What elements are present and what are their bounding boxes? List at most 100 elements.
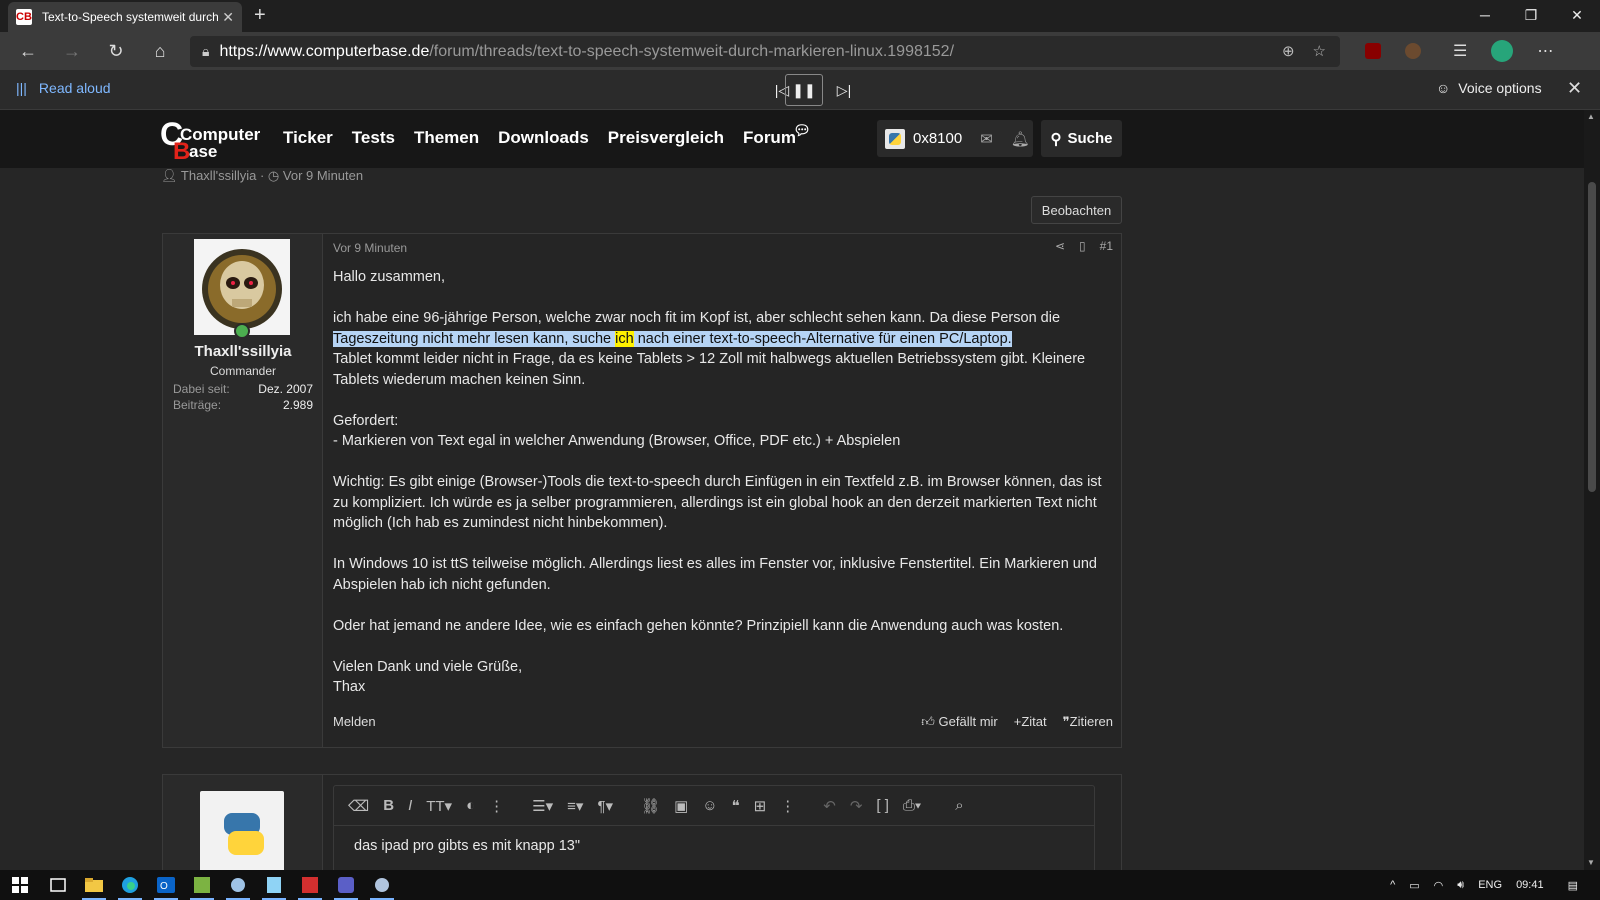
restore-icon[interactable]: ❐ (1508, 0, 1554, 30)
online-status-icon (234, 323, 250, 339)
profile-avatar[interactable] (1491, 40, 1514, 62)
cookie-extension-icon[interactable] (1405, 43, 1421, 59)
svg-text:ase: ase (189, 142, 217, 161)
post-content: Hallo zusammen, ich habe eine 96-jährige… (333, 267, 1113, 718)
windows-start-icon[interactable] (0, 870, 40, 900)
emoji-icon[interactable]: ☺ (702, 797, 717, 814)
pause-icon[interactable]: ❚❚ (785, 74, 823, 106)
search-button[interactable]: ⚲ Suche (1041, 120, 1122, 157)
quote-button[interactable]: +Zitat (1014, 714, 1047, 730)
thread-age[interactable]: Vor 9 Minuten (283, 168, 363, 183)
computerbase-logo[interactable]: C Computer B ase (160, 116, 260, 162)
cite-button[interactable]: ❞Zitieren (1063, 714, 1113, 730)
edge-browser-icon[interactable] (112, 870, 148, 900)
bell-icon[interactable]: 🔔︎ (1011, 130, 1030, 148)
back-icon[interactable]: ← (6, 32, 50, 70)
green-app-icon[interactable] (184, 870, 220, 900)
user-menu[interactable]: 0x8100 ✉ 🔔︎ (877, 120, 1033, 157)
url-text[interactable]: https://www.computerbase.de/forum/thread… (219, 43, 954, 61)
voice-options-button[interactable]: ☺ Voice options (1436, 80, 1542, 96)
report-link[interactable]: Melden (333, 714, 376, 729)
svg-text:B: B (173, 138, 190, 162)
post-username[interactable]: Thaxll'ssillyia (163, 343, 323, 360)
menu-preisvergleich[interactable]: Preisvergleich (608, 128, 724, 148)
preview-icon[interactable]: ⌕ (955, 797, 963, 814)
share-icon[interactable]: ⋖ (1055, 239, 1065, 253)
like-button[interactable]: 👍︎ Gefällt mir (921, 714, 997, 730)
scroll-up-icon[interactable]: ▲ (1587, 112, 1595, 121)
italic-icon[interactable]: I (408, 797, 412, 814)
page-scrollbar[interactable]: ▲ ▼ (1584, 110, 1600, 870)
add-app-icon[interactable]: ⊕ (1282, 42, 1295, 60)
menu-downloads[interactable]: Downloads (498, 128, 589, 148)
teams-icon[interactable] (328, 870, 364, 900)
quote-icon[interactable]: ❝ (732, 797, 740, 815)
notes-app-icon[interactable] (256, 870, 292, 900)
ublock-extension-icon[interactable] (1365, 43, 1381, 59)
window-close-icon[interactable]: ✕ (1554, 0, 1600, 30)
notifications-icon[interactable]: ▤ (1568, 879, 1578, 892)
bold-icon[interactable]: B (383, 797, 394, 814)
menu-forum[interactable]: Forum 💬︎ (743, 122, 811, 148)
menu-themen[interactable]: Themen (414, 128, 479, 148)
outlook-icon[interactable]: O (148, 870, 184, 900)
wifi-icon[interactable]: ◠ (1434, 879, 1444, 892)
favorites-icon[interactable]: ☰ (1453, 41, 1467, 61)
bbcode-icon[interactable]: [ ] (876, 797, 889, 814)
forward-icon[interactable]: → (50, 32, 94, 70)
image-icon[interactable]: ▣ (674, 797, 688, 815)
mail-icon[interactable]: ✉ (980, 130, 993, 148)
save-draft-icon[interactable]: ⎙▾ (903, 797, 921, 814)
file-explorer-icon[interactable] (76, 870, 112, 900)
tools-app-icon[interactable] (220, 870, 256, 900)
more-vertical-icon-2[interactable]: ⋮ (780, 797, 795, 815)
scrollbar-thumb[interactable] (1588, 182, 1596, 492)
editor-text[interactable]: das ipad pro gibts es mit knapp 13" (354, 838, 580, 854)
refresh-icon[interactable]: ↻ (94, 32, 138, 70)
watch-button[interactable]: Beobachten (1031, 196, 1122, 224)
task-view-icon[interactable] (40, 870, 76, 900)
more-vertical-icon[interactable]: ⋮ (489, 797, 504, 815)
taskbar: O ^ ▭ ◠ 🔊︎ ENG 09:41 ▤ (0, 870, 1600, 900)
tab-close-icon[interactable]: ✕ (222, 9, 234, 26)
new-tab-icon[interactable]: + (254, 4, 266, 27)
clock[interactable]: 09:41 (1516, 879, 1544, 891)
minimize-icon[interactable]: ─ (1462, 0, 1508, 30)
favorite-star-icon[interactable]: ☆ (1313, 42, 1326, 60)
list-icon[interactable]: ☰▾ (532, 797, 553, 815)
posts-value[interactable]: 2.989 (283, 398, 313, 412)
bookmark-icon[interactable]: ▯ (1079, 239, 1086, 253)
more-menu-icon[interactable]: ⋯ (1537, 41, 1553, 61)
address-bar[interactable]: 🔒︎ https://www.computerbase.de/forum/thr… (190, 36, 1340, 67)
post-time[interactable]: Vor 9 Minuten (333, 241, 407, 255)
paragraph-icon[interactable]: ¶▾ (597, 797, 613, 815)
browser-tab[interactable]: CB Text-to-Speech systemweit durch ✕ (8, 2, 242, 32)
volume-icon[interactable]: 🔊︎ (1457, 879, 1464, 892)
read-aloud-button[interactable]: ||| Read aloud (16, 80, 111, 96)
scroll-down-icon[interactable]: ▼ (1587, 858, 1595, 867)
user-avatar-skull[interactable] (194, 239, 290, 335)
menu-tests[interactable]: Tests (352, 128, 395, 148)
font-size-icon[interactable]: TT▾ (426, 797, 452, 815)
menu-ticker[interactable]: Ticker (283, 128, 333, 148)
language-indicator[interactable]: ENG (1478, 879, 1502, 891)
link-icon[interactable]: ⛓ (641, 797, 660, 815)
align-icon[interactable]: ≡▾ (567, 797, 583, 815)
like-label: Gefällt mir (938, 714, 998, 729)
battery-icon[interactable]: ▭ (1409, 879, 1419, 892)
home-icon[interactable]: ⌂ (138, 32, 182, 70)
eraser-icon[interactable]: ⌫ (348, 797, 369, 815)
color-palette-icon[interactable]: ◐ (466, 797, 475, 814)
page-viewport: C Computer B ase Ticker Tests Themen Dow… (0, 110, 1584, 870)
read-aloud-close-icon[interactable]: ✕ (1567, 78, 1582, 99)
red-app-icon[interactable] (292, 870, 328, 900)
paint-app-icon[interactable] (364, 870, 400, 900)
next-paragraph-icon[interactable]: ▷| (825, 74, 863, 106)
post-number[interactable]: #1 (1100, 239, 1113, 253)
redo-icon[interactable]: ↷ (850, 797, 863, 815)
thread-author[interactable]: Thaxll'ssillyia (181, 168, 256, 183)
table-icon[interactable]: ⊞ (754, 797, 767, 815)
undo-icon[interactable]: ↶ (823, 797, 836, 815)
reply-editor[interactable]: ⌫ B I TT▾ ◐ ⋮ ☰▾ ≡▾ ¶▾ ⛓ ▣ ☺ ❝ ⊞ ⋮ ↶ ↷ [… (333, 785, 1095, 870)
tray-expand-icon[interactable]: ^ (1390, 879, 1395, 891)
